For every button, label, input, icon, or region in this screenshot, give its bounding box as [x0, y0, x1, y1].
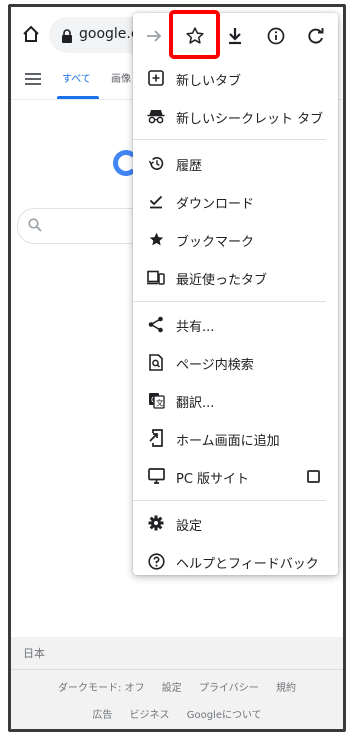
share-icon	[147, 315, 165, 333]
footer-link-terms[interactable]: 規約	[276, 683, 296, 694]
menu-item-label: 翻訳...	[176, 396, 215, 411]
add-to-home-icon	[147, 429, 165, 447]
menu-item-recent-tabs[interactable]: 最近使ったタブ	[133, 259, 338, 297]
menu-divider	[133, 301, 326, 302]
menu-item-label: 最近使ったタブ	[176, 273, 268, 288]
menu-item-downloads[interactable]: ダウンロード	[133, 183, 338, 221]
downloads-icon	[147, 192, 165, 210]
menu-item-bookmarks[interactable]: ブックマーク	[133, 221, 338, 259]
menu-item-label: ブックマーク	[176, 235, 255, 250]
recent-tabs-icon	[147, 268, 165, 286]
bookmarks-star-icon	[147, 230, 165, 248]
menu-item-label: 設定	[176, 519, 203, 534]
download-icon[interactable]	[224, 25, 246, 47]
menu-item-label: PC 版サイト	[176, 472, 250, 487]
menu-item-label: 履歴	[176, 159, 203, 174]
tab-all-underline	[57, 96, 99, 99]
menu-item-share[interactable]: 共有...	[133, 306, 338, 344]
menu-item-new-incognito-tab[interactable]: 新しいシークレット タブ	[133, 98, 338, 136]
footer-link-business[interactable]: ビジネス	[130, 710, 170, 721]
menu-item-translate[interactable]: G文 翻訳...	[133, 382, 338, 420]
home-icon[interactable]	[21, 24, 41, 44]
menu-item-label: ヘルプとフィードバック	[176, 557, 319, 572]
menu-item-label: 共有...	[176, 320, 215, 335]
hamburger-menu-icon[interactable]	[25, 73, 41, 85]
country-label: 日本	[23, 647, 45, 660]
menu-item-label: 新しいタブ	[176, 74, 242, 89]
menu-item-settings[interactable]: 設定	[133, 505, 338, 543]
desktop-site-icon	[147, 467, 165, 485]
footer-link-dark-mode[interactable]: ダークモード: オフ	[58, 683, 145, 694]
tab-images[interactable]: 画像	[111, 70, 131, 85]
footer-link-ads[interactable]: 広告	[92, 710, 112, 721]
phone-screen: google.co すべて 画像 日本 ダークモード: オフ 設定 プライバシー…	[8, 4, 346, 732]
menu-divider	[133, 500, 326, 501]
info-icon[interactable]	[265, 25, 287, 47]
menu-item-find-in-page[interactable]: ページ内検索	[133, 344, 338, 382]
bookmark-star-icon[interactable]	[184, 25, 206, 47]
new-tab-icon	[147, 69, 165, 87]
help-icon	[147, 552, 165, 570]
menu-item-history[interactable]: 履歴	[133, 145, 338, 183]
menu-item-add-to-home[interactable]: ホーム画面に追加	[133, 420, 338, 458]
lock-icon	[61, 28, 73, 43]
refresh-icon[interactable]	[305, 25, 327, 47]
footer-country-bar: 日本	[11, 637, 343, 670]
menu-item-desktop-site[interactable]: PC 版サイト	[133, 458, 338, 496]
menu-toolbar	[133, 10, 338, 61]
footer-link-about[interactable]: Googleについて	[187, 710, 262, 721]
tab-all[interactable]: すべて	[62, 70, 91, 85]
menu-divider	[133, 139, 326, 140]
menu-item-help-feedback[interactable]: ヘルプとフィードバック	[133, 543, 338, 581]
find-in-page-icon	[147, 353, 165, 371]
desktop-site-checkbox[interactable]	[307, 470, 320, 483]
footer-links: ダークモード: オフ 設定 プライバシー 規約 広告 ビジネス Googleにつ…	[11, 670, 343, 729]
forward-arrow-icon[interactable]	[143, 25, 165, 47]
footer-link-privacy[interactable]: プライバシー	[199, 683, 259, 694]
history-icon	[147, 154, 165, 172]
incognito-icon	[147, 107, 165, 125]
menu-item-label: ダウンロード	[176, 197, 255, 212]
search-icon	[28, 218, 42, 232]
translate-icon: G文	[147, 391, 165, 409]
settings-gear-icon	[147, 514, 165, 532]
browser-overflow-menu: 新しいタブ 新しいシークレット タブ 履歴 ダウンロード ブックマーク 最近使っ…	[133, 10, 338, 575]
menu-item-label: ページ内検索	[176, 358, 254, 373]
menu-item-label: ホーム画面に追加	[176, 434, 280, 449]
menu-item-label: 新しいシークレット タブ	[176, 112, 324, 127]
svg-text:文: 文	[156, 397, 164, 407]
footer-link-settings[interactable]: 設定	[162, 683, 182, 694]
menu-item-new-tab[interactable]: 新しいタブ	[133, 60, 338, 98]
